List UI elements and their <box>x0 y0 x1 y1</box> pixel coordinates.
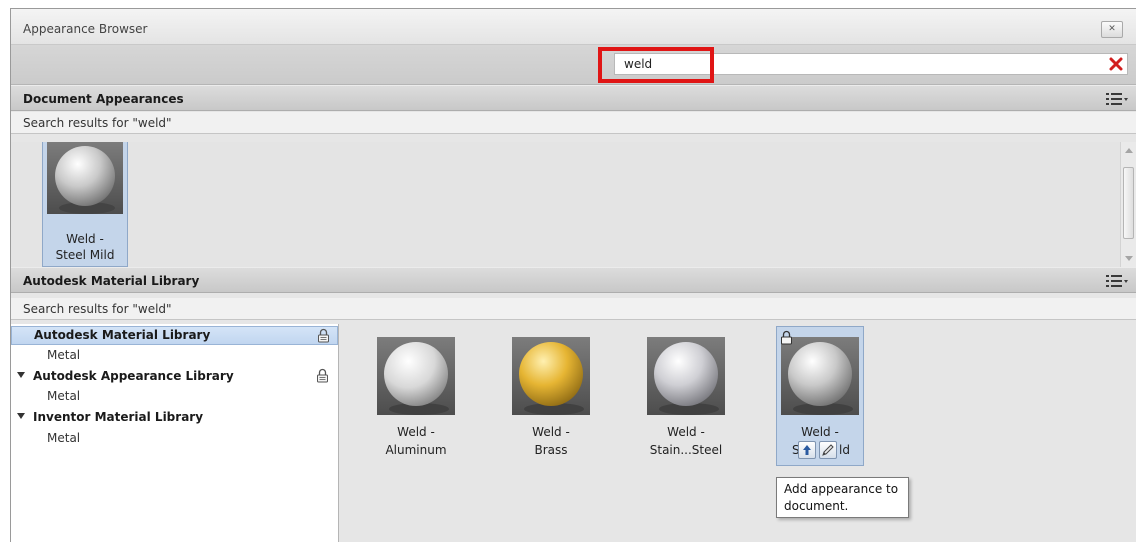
tree-category-label: Metal <box>47 431 81 445</box>
appearance-label-line1: Weld - <box>66 232 104 246</box>
expand-triangle-icon[interactable] <box>17 413 25 419</box>
appearance-item-weld-steel-mild[interactable]: Weld - Steel Mild <box>42 142 128 267</box>
tree-library-inventor-material[interactable]: Inventor Material Library <box>11 408 338 427</box>
lock-icon <box>318 328 329 343</box>
appearance-item-weld-stainless-steel[interactable]: Weld - Stain...Steel <box>642 332 730 467</box>
title-bar: Appearance Browser ✕ <box>11 9 1136 45</box>
appearance-label-line2: Stain...Steel <box>649 443 723 457</box>
appearance-label-line1: Weld - <box>532 425 570 439</box>
appearance-thumbnail <box>47 142 123 214</box>
tree-category-metal[interactable]: Metal <box>11 346 338 365</box>
search-bar <box>11 45 1136 85</box>
edit-icon <box>822 444 834 456</box>
document-appearances-grid: Weld - Steel Mild <box>11 142 1136 267</box>
appearance-item-weld-steel-mild[interactable]: Weld - S ld <box>776 326 864 466</box>
tree-library-autodesk-appearance[interactable]: Autodesk Appearance Library <box>11 367 338 386</box>
list-view-icon[interactable] <box>1105 90 1129 108</box>
scroll-down-arrow[interactable] <box>1125 256 1133 261</box>
tree-category-metal[interactable]: Metal <box>11 387 338 406</box>
add-to-document-icon <box>803 445 811 455</box>
tooltip-add-appearance: Add appearance to document. <box>776 477 909 518</box>
document-vertical-scrollbar[interactable] <box>1120 142 1136 267</box>
appearance-thumbnail <box>781 337 859 415</box>
scroll-thumb[interactable] <box>1123 167 1134 239</box>
document-search-results-bar: Search results for "weld" <box>11 112 1136 134</box>
close-icon: ✕ <box>1108 24 1116 34</box>
appearance-label-line1: Weld - <box>667 425 705 439</box>
appearance-thumbnail <box>512 337 590 415</box>
tree-library-label: Inventor Material Library <box>33 410 204 424</box>
document-appearances-header: Document Appearances <box>11 85 1136 111</box>
lock-icon <box>317 368 328 383</box>
material-library-title: Autodesk Material Library <box>23 274 200 288</box>
tree-library-autodesk-material[interactable]: Autodesk Material Library <box>11 326 338 345</box>
tree-category-label: Metal <box>47 389 81 403</box>
tree-library-label: Autodesk Appearance Library <box>33 369 234 383</box>
window-title: Appearance Browser <box>23 22 148 36</box>
appearance-label-line2-suffix: ld <box>839 443 850 457</box>
edit-appearance-button[interactable] <box>819 441 837 459</box>
tree-category-label: Metal <box>47 348 81 362</box>
close-button[interactable]: ✕ <box>1101 21 1123 38</box>
lock-icon <box>781 330 792 345</box>
appearance-label-line2: Aluminum <box>385 443 447 457</box>
material-library-header: Autodesk Material Library <box>11 267 1136 293</box>
appearance-browser-window: Appearance Browser ✕ Document Appearance… <box>10 8 1136 542</box>
document-search-results-label: Search results for "weld" <box>23 116 172 130</box>
appearance-label-line1: Weld - <box>397 425 435 439</box>
tree-category-metal[interactable]: Metal <box>11 429 338 448</box>
document-appearances-title: Document Appearances <box>23 92 184 106</box>
library-tree: Autodesk Material Library Metal Autodesk… <box>11 324 339 542</box>
appearance-thumbnail <box>647 337 725 415</box>
expand-triangle-icon[interactable] <box>17 372 25 378</box>
scroll-up-arrow[interactable] <box>1125 148 1133 153</box>
clear-search-icon[interactable] <box>1106 54 1126 74</box>
library-search-results-label: Search results for "weld" <box>23 302 172 316</box>
library-appearances-grid: Weld - Aluminum Weld - Brass Weld - Stai… <box>340 324 1136 542</box>
appearance-item-weld-brass[interactable]: Weld - Brass <box>507 332 595 467</box>
library-search-results-bar: Search results for "weld" <box>11 298 1136 320</box>
appearance-label-line2: Steel Mild <box>55 248 115 262</box>
list-view-icon[interactable] <box>1105 272 1129 290</box>
appearance-thumbnail <box>377 337 455 415</box>
tree-library-label: Autodesk Material Library <box>34 328 211 342</box>
appearance-item-weld-aluminum[interactable]: Weld - Aluminum <box>372 332 460 467</box>
search-input[interactable] <box>614 53 1128 75</box>
add-to-document-button[interactable] <box>798 441 816 459</box>
appearance-label-line1: Weld - <box>801 425 839 439</box>
tooltip-line1: Add appearance to <box>784 482 899 496</box>
appearance-label-line2: Brass <box>534 443 568 457</box>
tooltip-line2: document. <box>784 499 849 513</box>
